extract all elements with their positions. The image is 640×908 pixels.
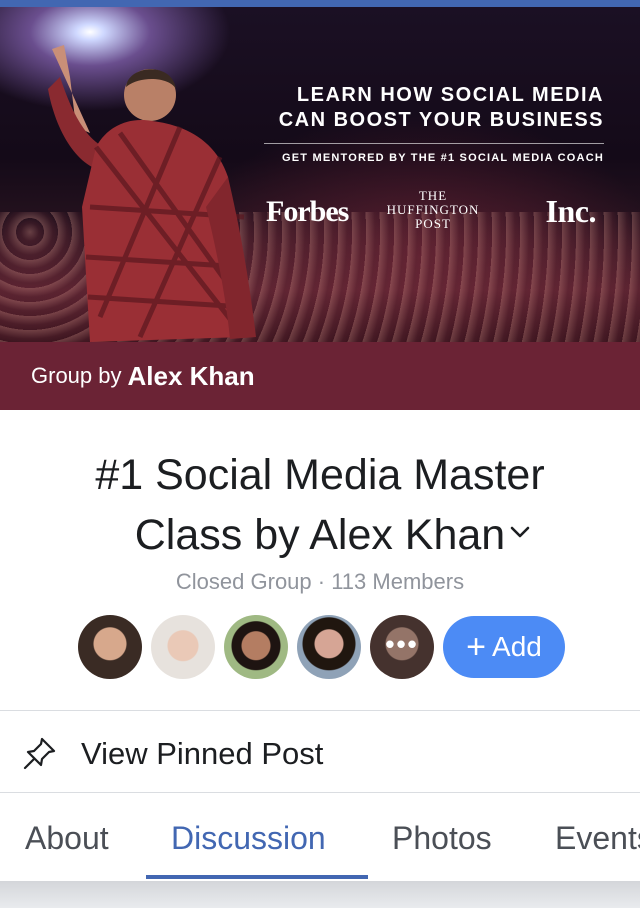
more-members-avatar[interactable]: •••	[370, 615, 434, 679]
chevron-down-icon[interactable]	[506, 518, 534, 546]
member-avatar[interactable]	[78, 615, 142, 679]
member-avatars: ••• + Add	[78, 615, 565, 679]
member-avatar[interactable]	[297, 615, 361, 679]
huffington-line2: HUFFINGTON	[386, 202, 480, 217]
feed-background	[0, 881, 640, 908]
view-pinned-post-row[interactable]: View Pinned Post	[0, 711, 640, 793]
group-by-prefix: Group by	[31, 363, 122, 388]
top-accent-bar	[0, 0, 640, 7]
tab-about[interactable]: About	[25, 820, 109, 857]
huffington-line1: THE	[418, 188, 448, 203]
tab-photos[interactable]: Photos	[392, 820, 492, 857]
cover-headline-block: LEARN HOW SOCIAL MEDIA CAN BOOST YOUR BU…	[264, 83, 604, 164]
forbes-logo: Forbes	[266, 195, 349, 228]
cover-headline-line1: LEARN HOW SOCIAL MEDIA	[296, 84, 604, 106]
add-members-button[interactable]: + Add	[443, 616, 565, 678]
pin-icon	[23, 737, 56, 770]
group-owner-banner: Group by Alex Khan	[0, 342, 640, 410]
huffington-line3: POST	[415, 216, 451, 231]
cover-subline: GET MENTORED BY THE #1 SOCIAL MEDIA COAC…	[282, 152, 604, 164]
group-tabs: About Discussion Photos Events	[0, 793, 640, 881]
huffington-post-logo: THE HUFFINGTON POST	[374, 189, 492, 231]
tab-events[interactable]: Events	[555, 820, 640, 857]
active-tab-indicator	[146, 875, 368, 879]
pinned-post-label: View Pinned Post	[81, 736, 324, 771]
cover-headline-line2: CAN BOOST YOUR BUSINESS	[278, 109, 604, 131]
press-logos: Forbes THE HUFFINGTON POST Inc.	[266, 189, 597, 239]
group-info-card: #1 Social Media Master Class by Alex Kha…	[0, 410, 640, 710]
more-icon: •••	[370, 615, 434, 679]
cover-rule	[264, 143, 604, 144]
group-owner-link[interactable]: Alex Khan	[128, 361, 255, 392]
add-button-label: Add	[492, 631, 542, 662]
group-cover-photo[interactable]: LEARN HOW SOCIAL MEDIA CAN BOOST YOUR BU…	[0, 7, 640, 342]
inc-logo: Inc.	[545, 193, 597, 229]
tab-discussion[interactable]: Discussion	[171, 820, 326, 857]
group-title-line1: #1 Social Media Master	[95, 451, 545, 499]
speaker-figure	[48, 45, 256, 342]
member-avatar[interactable]	[151, 615, 215, 679]
group-title[interactable]: #1 Social Media Master Class by Alex Kha…	[40, 445, 600, 565]
group-meta: Closed Group · 113 Members	[175, 569, 465, 594]
member-avatar[interactable]	[224, 615, 288, 679]
plus-icon: +	[466, 628, 487, 666]
